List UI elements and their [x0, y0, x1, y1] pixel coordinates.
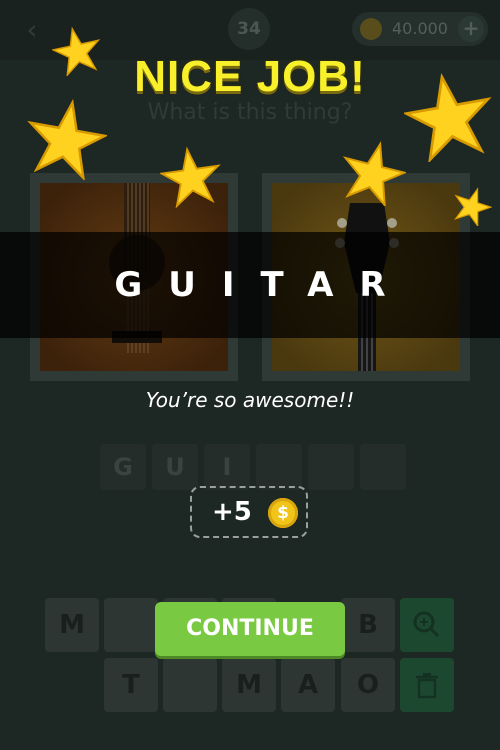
reward-amount: +5 — [212, 497, 252, 527]
star-icon — [160, 146, 221, 208]
star-icon — [404, 72, 492, 162]
star-icon — [27, 98, 107, 180]
solved-answer: GUITAR — [114, 265, 412, 305]
continue-button[interactable]: CONTINUE — [155, 602, 345, 656]
star-icon — [342, 141, 406, 206]
praise-message: You’re so awesome!! — [145, 388, 355, 412]
star-icon — [454, 187, 492, 226]
star-icon — [52, 26, 101, 76]
coin-reward: +5 $ — [190, 486, 308, 538]
dollar-coin-icon: $ — [268, 498, 298, 528]
